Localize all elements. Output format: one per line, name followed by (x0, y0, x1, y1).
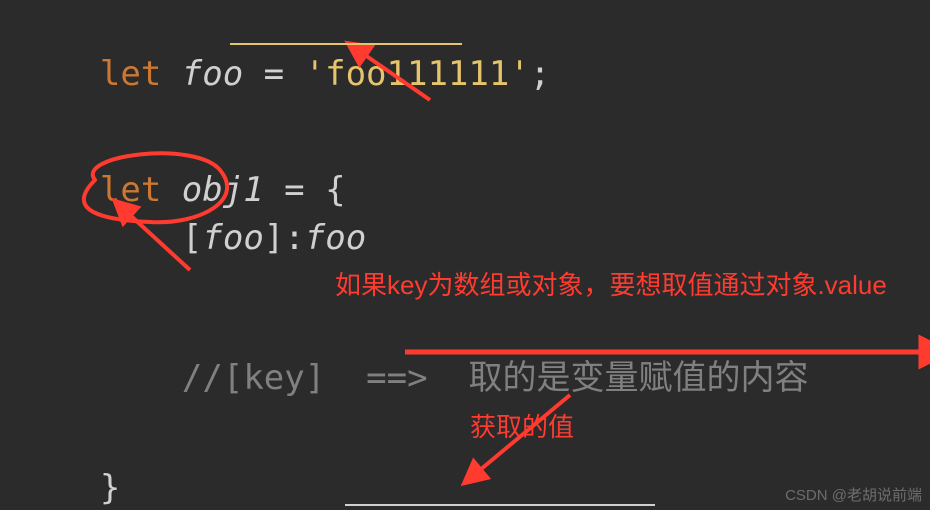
keyword-let: let (100, 54, 182, 94)
annotation-note-2: 获取的值 (470, 410, 574, 445)
comment-key: [key] ==> (223, 358, 469, 398)
code-block: let foo = 'foo111111'; let obj1 = { [foo… (0, 0, 930, 510)
code-console: console.log( obj1.foo111111 ); (18, 466, 755, 510)
string-literal: 'foo111111' (305, 54, 530, 94)
code-line-4: [foo]:foo (100, 170, 366, 308)
code-comment: //[key] ==> 取的是变量赋值的内容 (100, 310, 808, 448)
bracket-open: [ (182, 218, 202, 258)
watermark: CSDN @老胡说前端 (785, 486, 922, 506)
comment-slashes: // (182, 358, 223, 398)
bracket-close: ] (264, 218, 284, 258)
var-foo: foo (182, 54, 243, 94)
annotation-note-1: 如果key为数组或对象，要想取值通过对象.value (335, 268, 887, 303)
key-foo: foo (202, 218, 263, 258)
semicolon: ; (530, 54, 550, 94)
colon: : (284, 218, 304, 258)
value-foo: foo (305, 218, 366, 258)
comment-cn: 取的是变量赋值的内容 (468, 359, 808, 397)
op-eq: = (243, 54, 304, 94)
